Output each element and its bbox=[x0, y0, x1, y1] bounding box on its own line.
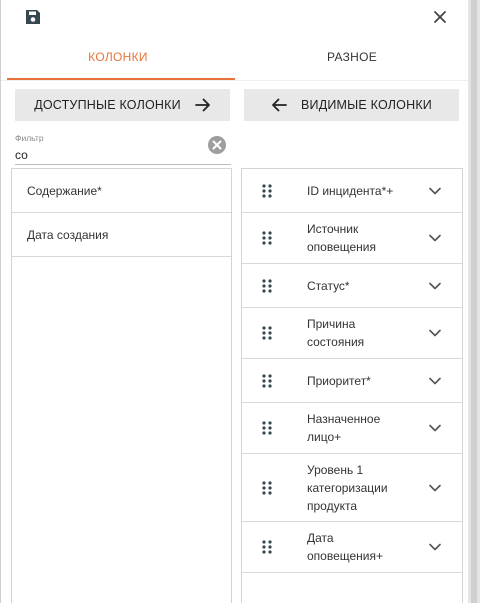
chevron-down-icon[interactable] bbox=[429, 234, 441, 242]
tab-bar: КОЛОНКИ РАЗНОЕ bbox=[1, 34, 469, 80]
arrow-right-icon bbox=[194, 98, 210, 112]
visible-columns-label: ВИДИМЫЕ КОЛОНКИ bbox=[300, 98, 432, 112]
visible-column-label: Уровень 1 категоризации продукта bbox=[307, 462, 388, 513]
available-columns-list: Содержание* Дата создания bbox=[11, 168, 232, 603]
clear-icon[interactable] bbox=[208, 136, 226, 154]
visible-column-item[interactable]: Дата оповещения+ bbox=[242, 522, 462, 573]
available-column-label: Содержание* bbox=[27, 183, 102, 198]
visible-columns-button[interactable]: ВИДИМЫЕ КОЛОНКИ bbox=[244, 89, 459, 121]
chevron-down-icon[interactable] bbox=[429, 282, 441, 290]
visible-column-label: Статус* bbox=[307, 278, 350, 293]
visible-column-label: Источник оповещения bbox=[307, 222, 376, 254]
visible-column-item[interactable]: Приоритет* bbox=[242, 359, 462, 403]
save-icon[interactable] bbox=[25, 9, 41, 25]
drag-handle-icon[interactable] bbox=[262, 183, 273, 198]
chevron-down-icon[interactable] bbox=[429, 187, 441, 195]
tab-columns[interactable]: КОЛОНКИ bbox=[1, 34, 235, 80]
scrollbar[interactable] bbox=[468, 0, 480, 603]
chevron-down-icon[interactable] bbox=[429, 377, 441, 385]
visible-column-item[interactable]: Уровень 1 категоризации продукта bbox=[242, 454, 462, 522]
column-settings-dialog: КОЛОНКИ РАЗНОЕ ДОСТУПНЫЕ КОЛОНКИ ВИДИМЫЕ… bbox=[0, 0, 469, 603]
drag-handle-icon[interactable] bbox=[262, 373, 273, 388]
tab-misc[interactable]: РАЗНОЕ bbox=[235, 34, 469, 80]
available-column-item[interactable]: Дата создания bbox=[12, 213, 231, 257]
drag-handle-icon[interactable] bbox=[262, 326, 273, 340]
visible-column-item[interactable]: Статус* bbox=[242, 264, 462, 308]
drag-handle-icon[interactable] bbox=[262, 278, 273, 293]
chevron-down-icon[interactable] bbox=[429, 329, 441, 337]
visible-column-label: Приоритет* bbox=[307, 373, 371, 388]
visible-column-label: Причина состояния bbox=[307, 317, 365, 349]
visible-column-label: Назначенное лицо+ bbox=[307, 412, 381, 444]
close-icon[interactable] bbox=[432, 9, 448, 25]
visible-column-item[interactable]: Причина состояния bbox=[242, 308, 462, 359]
filter-input[interactable] bbox=[15, 147, 195, 163]
visible-column-label: ID инцидента*+ bbox=[307, 183, 394, 198]
drag-handle-icon[interactable] bbox=[262, 540, 273, 554]
visible-column-item[interactable]: ID инцидента*+ bbox=[242, 169, 462, 213]
visible-column-item[interactable]: Назначенное лицо+ bbox=[242, 403, 462, 454]
arrow-left-icon bbox=[272, 98, 287, 112]
visible-column-label: Дата оповещения+ bbox=[307, 531, 384, 563]
visible-column-item[interactable]: Источник оповещения bbox=[242, 213, 462, 264]
visible-columns-list: ID инцидента*+ Источник оповещения Стату… bbox=[241, 168, 463, 603]
drag-handle-icon[interactable] bbox=[262, 480, 273, 495]
drag-handle-icon[interactable] bbox=[262, 231, 273, 245]
available-columns-label: ДОСТУПНЫЕ КОЛОНКИ bbox=[34, 98, 181, 112]
filter-field: Фильтр bbox=[15, 133, 231, 165]
tab-divider bbox=[1, 80, 469, 81]
scrollbar-thumb[interactable] bbox=[471, 0, 477, 603]
available-columns-button[interactable]: ДОСТУПНЫЕ КОЛОНКИ bbox=[15, 89, 230, 121]
available-column-label: Дата создания bbox=[27, 227, 109, 242]
available-column-item[interactable]: Содержание* bbox=[12, 169, 231, 213]
chevron-down-icon[interactable] bbox=[429, 484, 441, 492]
drag-handle-icon[interactable] bbox=[262, 421, 273, 435]
chevron-down-icon[interactable] bbox=[429, 424, 441, 432]
filter-label: Фильтр bbox=[15, 133, 44, 143]
chevron-down-icon[interactable] bbox=[429, 543, 441, 551]
